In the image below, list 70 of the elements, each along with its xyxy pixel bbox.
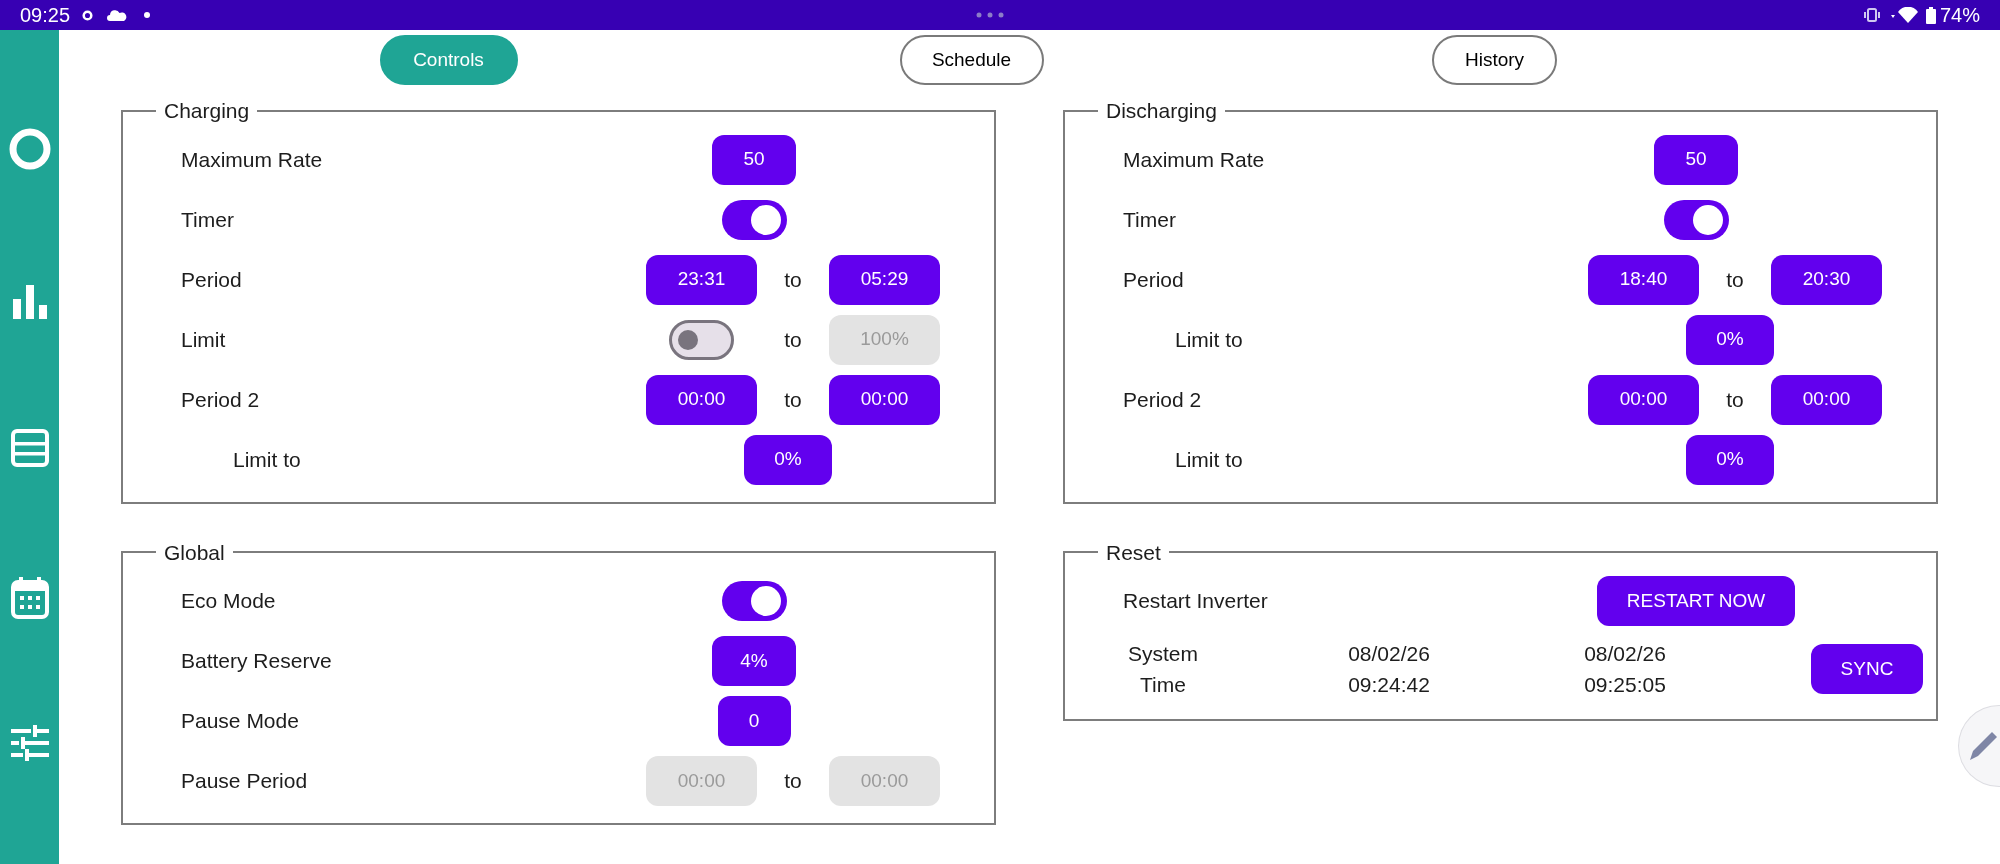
- field-label: Time: [1140, 672, 1186, 698]
- tab[interactable]: History: [1432, 35, 1557, 85]
- field-label: Eco Mode: [181, 588, 276, 615]
- dot-icon: [144, 12, 151, 18]
- value-button[interactable]: 00:00: [1771, 374, 1882, 425]
- ring-icon: [82, 9, 94, 21]
- field-label: Limit: [181, 326, 226, 353]
- sliders-icon[interactable]: [10, 725, 49, 761]
- sync-button[interactable]: SYNC: [1811, 644, 1923, 694]
- field-label: Restart Inverter: [1123, 588, 1268, 615]
- restart-button[interactable]: RESTART NOW: [1597, 576, 1795, 626]
- toggle-switch[interactable]: [721, 581, 787, 621]
- panel-title: Discharging: [1105, 98, 1218, 124]
- field-label: Period 2: [1123, 386, 1202, 413]
- field-label: Pause Mode: [181, 708, 299, 735]
- value-button[interactable]: 18:40: [1588, 254, 1699, 305]
- value-button[interactable]: 4%: [712, 636, 796, 686]
- field-label: Pause Period: [181, 768, 308, 795]
- field-label: 08/02/26: [1348, 640, 1430, 667]
- value-button[interactable]: 00:00: [1588, 374, 1699, 425]
- field-label: Battery Reserve: [181, 648, 332, 675]
- value-button[interactable]: 50: [1654, 134, 1738, 185]
- value-button[interactable]: 20:30: [1771, 254, 1882, 305]
- field-label: System: [1128, 640, 1198, 667]
- to-label: to: [1726, 386, 1744, 413]
- field-label: Maximum Rate: [1123, 146, 1265, 173]
- field-label: Timer: [1123, 206, 1176, 233]
- field-label: Limit to: [233, 446, 301, 473]
- value-button[interactable]: 50: [712, 134, 796, 185]
- toggle-switch[interactable]: [1663, 199, 1729, 240]
- to-label: to: [784, 386, 802, 413]
- value-button[interactable]: 00:00: [646, 374, 757, 425]
- more-icon: [976, 12, 1005, 18]
- field-label: Maximum Rate: [181, 146, 323, 173]
- field-label: Period 2: [181, 386, 260, 413]
- circle-icon[interactable]: [8, 128, 51, 170]
- to-label: to: [784, 326, 802, 353]
- calendar-icon[interactable]: [10, 577, 49, 619]
- bar-chart-icon[interactable]: [11, 285, 48, 319]
- panel-title: Global: [163, 539, 226, 566]
- value-button[interactable]: 0%: [1686, 314, 1774, 365]
- wifi-icon: [1889, 7, 1918, 23]
- to-label: to: [784, 768, 802, 795]
- panel-title: Charging: [163, 98, 251, 124]
- panel-title: Reset: [1105, 539, 1162, 566]
- to-label: to: [1726, 266, 1744, 293]
- to-label: to: [784, 266, 802, 293]
- value-button[interactable]: 0%: [744, 434, 832, 485]
- field-label: 08/02/26: [1584, 640, 1666, 667]
- field-label: Limit to: [1175, 446, 1243, 473]
- clock: 09:25: [20, 3, 71, 28]
- battery-percent: 74%: [1939, 3, 1980, 28]
- field-label: Limit to: [1175, 326, 1243, 353]
- value-button[interactable]: 0%: [1686, 434, 1774, 485]
- battery-icon: [1925, 6, 1936, 24]
- vibrate-icon: [1862, 8, 1881, 22]
- value-button[interactable]: 23:31: [646, 254, 757, 305]
- field-label: Timer: [181, 206, 234, 233]
- pencil-icon: [1968, 730, 1998, 762]
- value-button[interactable]: 00:00: [829, 374, 940, 425]
- toggle-switch[interactable]: [721, 199, 787, 240]
- value-button[interactable]: 0: [717, 696, 791, 746]
- field-label: Period: [181, 266, 242, 293]
- field-label: 09:25:05: [1584, 672, 1666, 698]
- value-button[interactable]: 05:29: [829, 254, 940, 305]
- cloud-icon: [107, 9, 128, 21]
- tab[interactable]: Schedule: [899, 35, 1044, 85]
- list-icon[interactable]: [10, 429, 49, 467]
- field-label: Period: [1123, 266, 1184, 293]
- field-label: 09:24:42: [1348, 672, 1430, 698]
